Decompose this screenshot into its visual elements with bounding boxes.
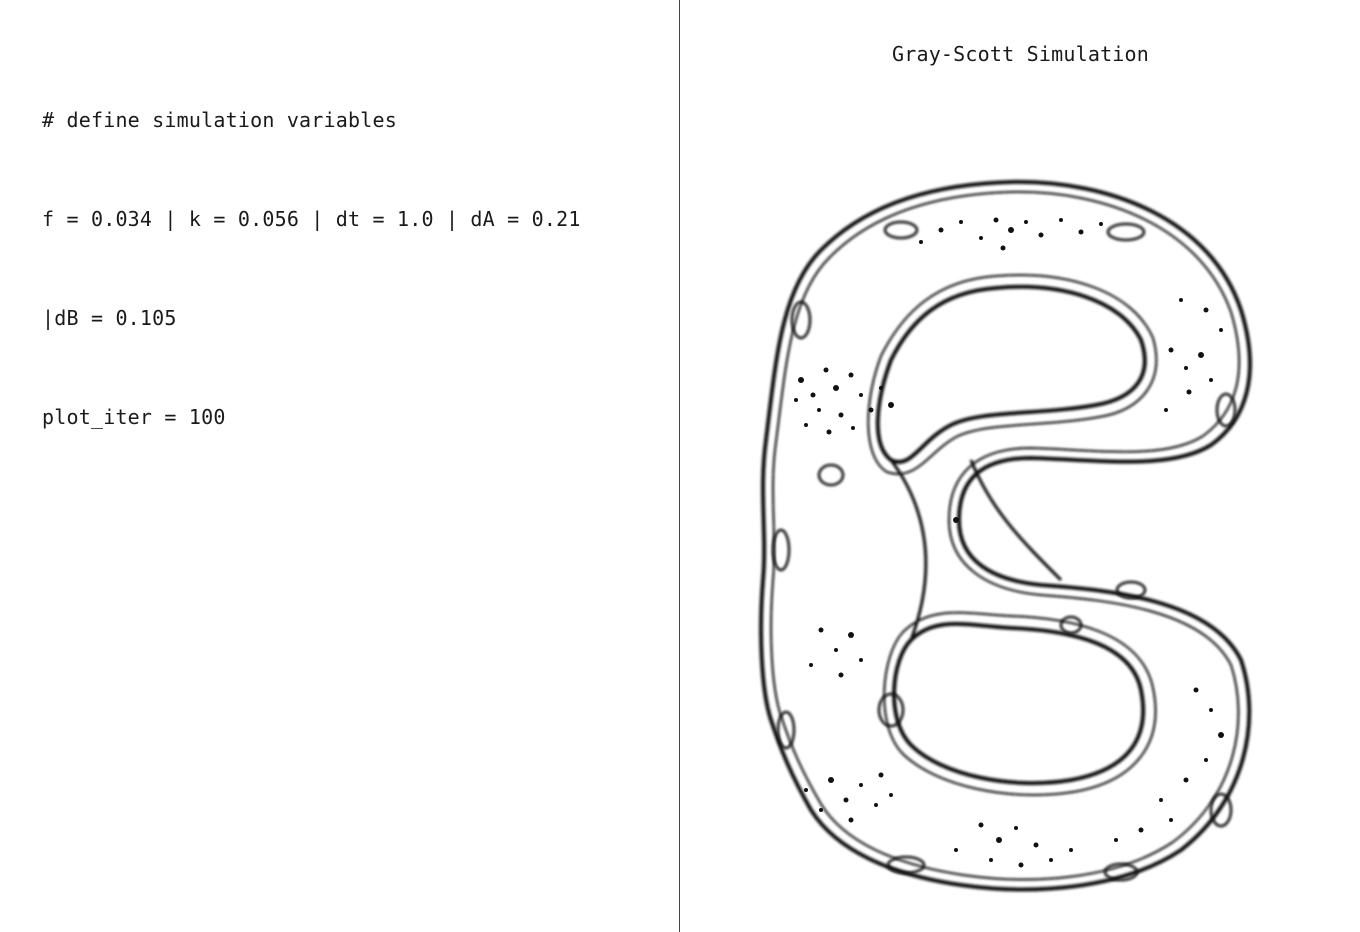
code-panel: # define simulation variables f = 0.034 …: [0, 0, 680, 932]
code-params-continued-line: |dB = 0.105: [42, 306, 177, 330]
pane-divider[interactable]: [679, 0, 680, 932]
code-block: # define simulation variables f = 0.034 …: [42, 38, 581, 500]
simulation-panel: Gray-Scott Simulation: [681, 0, 1360, 932]
code-plot-iter-line: plot_iter = 100: [42, 405, 226, 429]
simulation-canvas: [759, 179, 1252, 892]
code-params-line: f = 0.034 | k = 0.056 | dt = 1.0 | dA = …: [42, 207, 581, 231]
code-comment-line: # define simulation variables: [42, 108, 397, 132]
simulation-title: Gray-Scott Simulation: [891, 42, 1150, 66]
letter-b-pattern: [759, 179, 1252, 892]
spot-texture: [794, 217, 1224, 868]
